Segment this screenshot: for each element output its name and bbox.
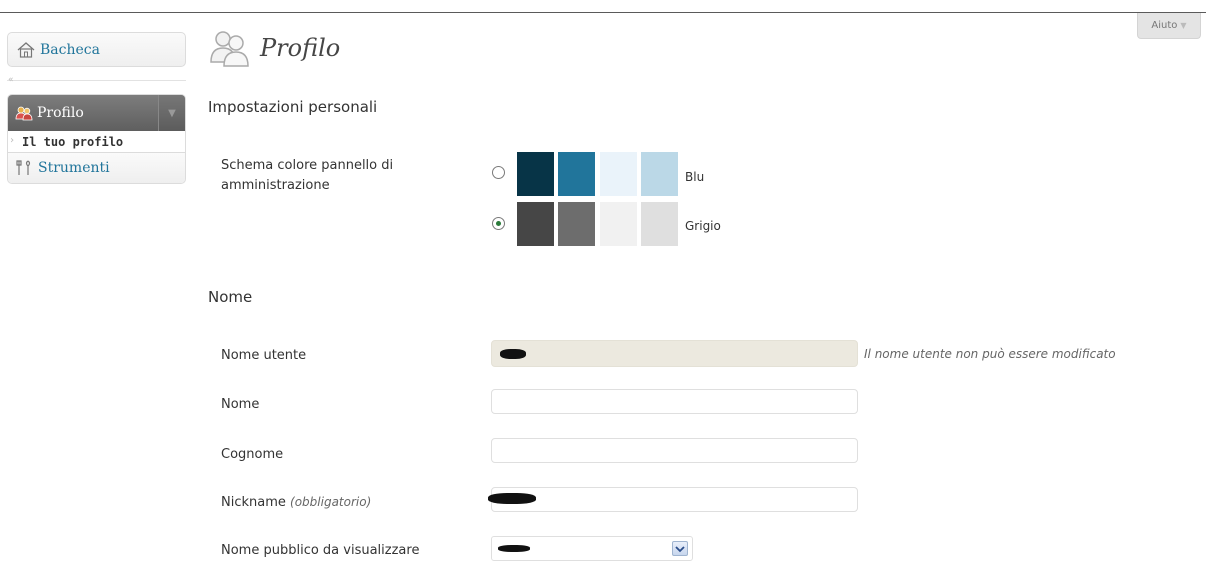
section-title-nome: Nome: [208, 288, 253, 306]
sidebar-subitem-il-tuo-profilo[interactable]: › Il tuo profilo: [8, 131, 185, 153]
swatch-blu-2: [558, 152, 595, 196]
top-border: [0, 12, 1206, 13]
swatch-blu-4: [641, 152, 678, 196]
section-title-personal-settings: Impostazioni personali: [208, 98, 378, 116]
sidebar-group-profilo: Profilo ▼ › Il tuo profilo Strumenti: [7, 94, 186, 184]
scheme-name-grigio: Grigio: [685, 219, 721, 233]
current-pointer-icon: ›: [9, 135, 16, 146]
separator: [7, 80, 186, 81]
swatch-grigio-2: [558, 202, 595, 246]
color-scheme-label-line2: amministrazione: [221, 178, 330, 193]
swatch-blu-3: [600, 152, 637, 196]
help-tab[interactable]: Aiuto ▼: [1137, 13, 1201, 39]
color-scheme-label: Schema colore pannello di amministrazion…: [221, 156, 393, 196]
collapse-menu-icon[interactable]: «: [8, 75, 14, 85]
scheme-name-blu: Blu: [685, 170, 705, 184]
sidebar-subitem-label: Il tuo profilo: [22, 134, 124, 149]
nickname-label-text: Nickname: [221, 495, 286, 510]
chevron-down-icon: ▼: [1180, 21, 1187, 30]
page-title: Profilo: [260, 34, 341, 62]
page-header: Profilo: [208, 28, 340, 68]
first-name-label: Nome: [221, 397, 260, 412]
last-name-field[interactable]: [491, 438, 858, 463]
last-name-label: Cognome: [221, 447, 284, 462]
sidebar-item-label: Profilo: [37, 105, 84, 121]
chevron-down-icon[interactable]: [672, 541, 688, 556]
menu-toggle-icon[interactable]: ▼: [158, 95, 185, 131]
first-name-field[interactable]: [491, 389, 858, 414]
sidebar-item-bacheca[interactable]: Bacheca: [7, 32, 186, 67]
display-name-select[interactable]: [491, 536, 693, 561]
sidebar-item-label: Bacheca: [40, 41, 100, 58]
sidebar-item-strumenti[interactable]: Strumenti: [8, 153, 185, 183]
redacted-mark: [498, 545, 530, 552]
username-label: Nome utente: [221, 348, 307, 363]
nickname-label: Nickname (obbligatorio): [221, 492, 371, 513]
username-note: Il nome utente non può essere modificato: [864, 347, 1116, 361]
username-field: [491, 340, 858, 367]
redacted-mark: [500, 349, 526, 359]
swatch-blu-1: [517, 152, 554, 196]
display-name-label: Nome pubblico da visualizzare: [221, 543, 420, 558]
tools-icon: [16, 159, 34, 177]
home-icon: [17, 41, 35, 58]
help-label: Aiuto: [1151, 20, 1178, 31]
swatch-grigio-4: [641, 202, 678, 246]
nickname-required: (obbligatorio): [290, 495, 372, 509]
users-icon: [208, 28, 252, 68]
sidebar-item-label: Strumenti: [38, 160, 110, 176]
radio-scheme-grigio[interactable]: [492, 217, 505, 230]
users-icon: [15, 105, 33, 121]
swatch-grigio-3: [600, 202, 637, 246]
nickname-field[interactable]: [488, 487, 858, 512]
swatch-grigio-1: [517, 202, 554, 246]
sidebar-item-profilo[interactable]: Profilo ▼: [8, 95, 185, 131]
radio-scheme-blu[interactable]: [492, 166, 505, 179]
redacted-mark: [488, 493, 536, 504]
color-scheme-label-line1: Schema colore pannello di: [221, 158, 394, 173]
